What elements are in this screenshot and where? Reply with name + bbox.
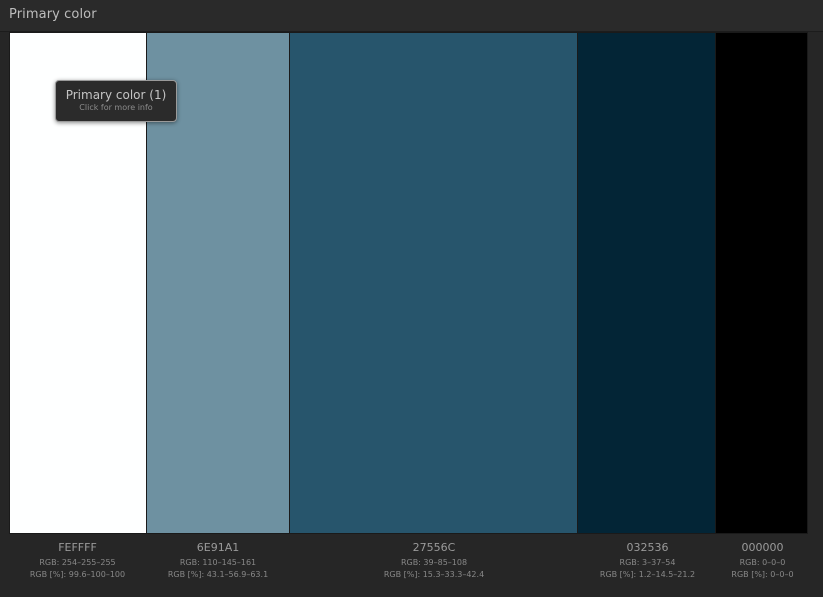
swatch-label-3: 27556C RGB: 39–85–108 RGB [%]: 15.3–33.3… bbox=[290, 534, 578, 589]
title-bar: Primary color bbox=[0, 0, 823, 32]
hex-value: 6E91A1 bbox=[196, 541, 240, 554]
rgb-value: RGB: 0–0–0 bbox=[739, 558, 786, 567]
swatch-label-1: FEFFFF RGB: 254–255–255 RGB [%]: 99.6–10… bbox=[9, 534, 146, 589]
rgb-value: RGB: 39–85–108 bbox=[400, 558, 468, 567]
color-swatch-3[interactable] bbox=[290, 33, 578, 533]
rgb-percent-value: RGB [%]: 1.2–14.5–21.2 bbox=[599, 570, 696, 579]
color-tooltip: Primary color (1) Click for more info bbox=[55, 80, 177, 122]
tooltip-title: Primary color (1) bbox=[65, 88, 167, 102]
tooltip-subtitle: Click for more info bbox=[79, 103, 153, 112]
rgb-percent-value: RGB [%]: 43.1–56.9–63.1 bbox=[167, 570, 269, 579]
rgb-value: RGB: 110–145–161 bbox=[179, 558, 257, 567]
hex-value: 032536 bbox=[626, 541, 669, 554]
swatch-label-4: 032536 RGB: 3–37–54 RGB [%]: 1.2–14.5–21… bbox=[578, 534, 717, 589]
rgb-percent-value: RGB [%]: 99.6–100–100 bbox=[29, 570, 126, 579]
rgb-percent-value: RGB [%]: 0–0–0 bbox=[731, 570, 794, 579]
hex-value: 27556C bbox=[412, 541, 456, 554]
rgb-value: RGB: 254–255–255 bbox=[39, 558, 116, 567]
hex-value: 000000 bbox=[741, 541, 784, 554]
rgb-percent-value: RGB [%]: 15.3–33.3–42.4 bbox=[383, 570, 485, 579]
rgb-value: RGB: 3–37–54 bbox=[619, 558, 676, 567]
window-title: Primary color bbox=[9, 7, 97, 22]
color-labels: FEFFFF RGB: 254–255–255 RGB [%]: 99.6–10… bbox=[9, 534, 808, 589]
color-scheme-window: Primary color FEFFFF RGB: 254–255–255 RG… bbox=[0, 0, 823, 597]
swatch-label-2: 6E91A1 RGB: 110–145–161 RGB [%]: 43.1–56… bbox=[146, 534, 290, 589]
color-swatch-4[interactable] bbox=[577, 33, 717, 533]
swatch-label-5: 000000 RGB: 0–0–0 RGB [%]: 0–0–0 bbox=[717, 534, 808, 589]
hex-value: FEFFFF bbox=[58, 541, 97, 554]
color-swatch-5[interactable] bbox=[716, 33, 807, 533]
